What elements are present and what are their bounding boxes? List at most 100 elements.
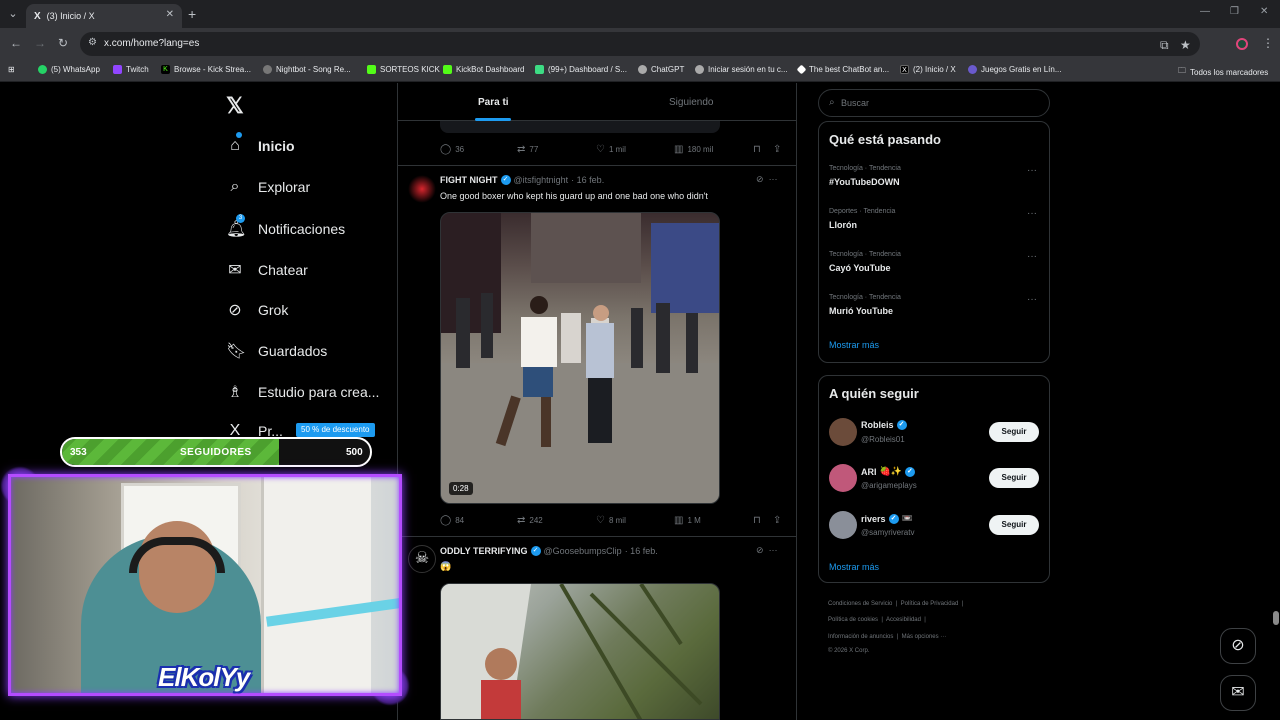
footer-link[interactable]: Política de Privacidad xyxy=(901,601,959,607)
follow-handle: @arigameplays xyxy=(861,481,917,490)
footer-link[interactable]: Información de anuncios xyxy=(828,634,893,640)
follow-button[interactable]: Seguir xyxy=(989,422,1039,442)
bookmark-sorteos-kick[interactable]: SORTEOS KICK xyxy=(367,65,440,74)
tab-for-you[interactable]: Para ti xyxy=(478,97,509,108)
nav-item-explore[interactable]: ⌕ Explorar xyxy=(226,178,311,196)
post-video[interactable] xyxy=(440,583,720,720)
address-bar[interactable]: ⚙ x.com/home?lang=es ★ ⧉ xyxy=(80,32,1200,56)
post-video[interactable]: 0:28 xyxy=(440,212,720,504)
bookmark-iniciar-sesion[interactable]: Iniciar sesión en tu c... xyxy=(695,65,788,74)
avatar[interactable] xyxy=(829,418,857,446)
follow-button[interactable]: Seguir xyxy=(989,515,1039,535)
search-input[interactable]: ⌕ Buscar xyxy=(818,89,1050,117)
bookmark-juegos[interactable]: Juegos Gratis en Lín... xyxy=(968,65,1062,74)
trend-category: Tecnología · Tendencia xyxy=(829,251,901,258)
bookmark-twitch[interactable]: Twitch xyxy=(113,65,149,74)
new-tab-icon[interactable]: + xyxy=(188,6,196,22)
trend-item[interactable]: #YouTubeDOWN xyxy=(829,177,900,187)
post-author-name[interactable]: FIGHT NIGHT xyxy=(440,175,498,185)
bookmark-nightbot[interactable]: Nightbot - Song Re... xyxy=(263,65,351,74)
nav-item-creator-studio[interactable]: ♗ Estudio para crea... xyxy=(226,382,380,402)
follow-name[interactable]: Robleis ✓ xyxy=(861,420,907,430)
post-author-handle[interactable]: @itsfightnight xyxy=(514,175,569,185)
site-info-icon[interactable]: ⚙ xyxy=(88,37,97,48)
reply-button[interactable]: ◯ 84 xyxy=(440,515,464,526)
bookmark-kickbot[interactable]: KickBot Dashboard xyxy=(443,65,524,74)
post-date[interactable]: · 16 feb. xyxy=(571,175,604,185)
repost-button[interactable]: ⇄ 242 xyxy=(517,515,543,526)
nav-item-grok[interactable]: ⊘ Grok xyxy=(226,300,288,320)
bookmark-whatsapp[interactable]: (5) WhatsApp xyxy=(38,65,100,74)
scrollbar-thumb[interactable] xyxy=(1273,611,1279,625)
grok-fab-icon[interactable]: ⊘ xyxy=(1220,628,1256,664)
nav-item-notifications[interactable]: 🔔︎ Notificaciones xyxy=(226,219,345,239)
avatar[interactable] xyxy=(829,464,857,492)
follow-show-more-link[interactable]: Mostrar más xyxy=(829,562,879,572)
messages-fab-icon[interactable]: ✉ xyxy=(1220,675,1256,711)
previous-post-media[interactable] xyxy=(440,121,720,133)
trend-more-icon[interactable]: ··· xyxy=(1027,251,1037,262)
repost-button[interactable]: ⇄ 77 xyxy=(517,144,538,155)
trend-item[interactable]: Cayó YouTube xyxy=(829,263,891,273)
skull-avatar-icon[interactable]: ☠ xyxy=(408,545,436,573)
footer-link[interactable]: Accesibilidad xyxy=(886,617,921,623)
share-icon[interactable]: ⇪ xyxy=(773,144,781,155)
like-button[interactable]: ♡ 1 mil xyxy=(596,144,626,155)
profile-avatar[interactable] xyxy=(1236,38,1248,50)
follow-name[interactable]: rivers ✓ 📼 xyxy=(861,513,913,524)
follow-name[interactable]: ARI 🍓✨ ✓ xyxy=(861,466,915,477)
bookmark-x-inicio[interactable]: X (2) Inicio / X xyxy=(900,65,956,74)
bookmark-dashboard[interactable]: (99+) Dashboard / S... xyxy=(535,65,627,74)
bookmarks-folder[interactable]: 🗀 Todos los marcadores xyxy=(1178,65,1268,79)
reload-icon[interactable]: ↻ xyxy=(58,36,68,50)
browser-tab[interactable]: X (3) Inicio / X ✕ xyxy=(26,4,182,28)
footer-link[interactable]: Más opciones ··· xyxy=(902,634,947,640)
trend-item[interactable]: Murió YouTube xyxy=(829,306,893,316)
bookmark-chatbot[interactable]: The best ChatBot an... xyxy=(796,64,889,75)
share-icon[interactable]: ⇪ xyxy=(773,515,781,526)
post-author-handle[interactable]: @GoosebumpsClip xyxy=(544,546,622,556)
apps-grid-icon[interactable]: ⊞ xyxy=(8,65,15,74)
restore-icon[interactable]: ❐ xyxy=(1230,6,1239,17)
views-button[interactable]: ▥ 180 mil xyxy=(674,144,713,155)
nav-item-chat[interactable]: ✉ Chatear xyxy=(226,260,308,280)
follow-button[interactable]: Seguir xyxy=(989,468,1039,488)
post-date[interactable]: · 16 feb. xyxy=(625,546,658,556)
trend-more-icon[interactable]: ··· xyxy=(1027,208,1037,219)
x-logo-icon[interactable]: 𝕏 xyxy=(226,93,244,119)
reply-button[interactable]: ◯ 36 xyxy=(440,144,464,155)
nav-item-home[interactable]: ⌂ Inicio xyxy=(226,137,294,155)
more-icon[interactable]: ··· xyxy=(769,174,778,184)
tab-close-icon[interactable]: ✕ xyxy=(166,9,174,20)
trends-show-more-link[interactable]: Mostrar más xyxy=(829,340,879,350)
install-app-icon[interactable]: ⧉ xyxy=(1160,38,1169,53)
more-icon[interactable]: ··· xyxy=(769,545,778,555)
tab-search-chevron-icon[interactable]: ⌄ xyxy=(4,5,22,23)
trend-more-icon[interactable]: ··· xyxy=(1027,294,1037,305)
footer-link[interactable]: Condiciones de Servicio xyxy=(828,601,892,607)
bookmark-post-icon[interactable]: ⊓ xyxy=(753,515,761,526)
tab-following[interactable]: Siguiendo xyxy=(669,97,713,108)
avatar[interactable] xyxy=(829,511,857,539)
bookmark-kick-browse[interactable]: K Browse - Kick Strea... xyxy=(161,65,251,74)
post-author-name[interactable]: ODDLY TERRIFYING xyxy=(440,546,528,556)
grok-post-icon[interactable]: ⊘ xyxy=(756,174,764,184)
bookmark-chatgpt[interactable]: ChatGPT xyxy=(638,65,684,74)
trend-item[interactable]: Llorón xyxy=(829,220,857,230)
bookmark-post-icon[interactable]: ⊓ xyxy=(753,144,761,155)
footer-links: Información de anuncios | Más opciones ·… xyxy=(828,634,947,640)
like-button[interactable]: ♡ 8 mil xyxy=(596,515,626,526)
fight-night-avatar[interactable] xyxy=(408,175,436,203)
feed-tabs: Para ti Siguiendo xyxy=(397,83,796,121)
nav-item-bookmarks[interactable]: 🔖︎ Guardados xyxy=(226,341,327,361)
window-close-icon[interactable]: ✕ xyxy=(1260,6,1268,17)
forward-icon[interactable]: → xyxy=(34,36,46,50)
minimize-icon[interactable]: — xyxy=(1200,6,1210,17)
views-button[interactable]: ▥ 1 M xyxy=(674,515,701,526)
grok-post-icon[interactable]: ⊘ xyxy=(756,545,764,555)
bookmark-star-icon[interactable]: ★ xyxy=(1180,38,1191,52)
back-icon[interactable]: ← xyxy=(10,36,22,50)
browser-menu-icon[interactable]: ⋮ xyxy=(1262,36,1274,50)
trend-more-icon[interactable]: ··· xyxy=(1027,165,1037,176)
footer-link[interactable]: Política de cookies xyxy=(828,617,878,623)
